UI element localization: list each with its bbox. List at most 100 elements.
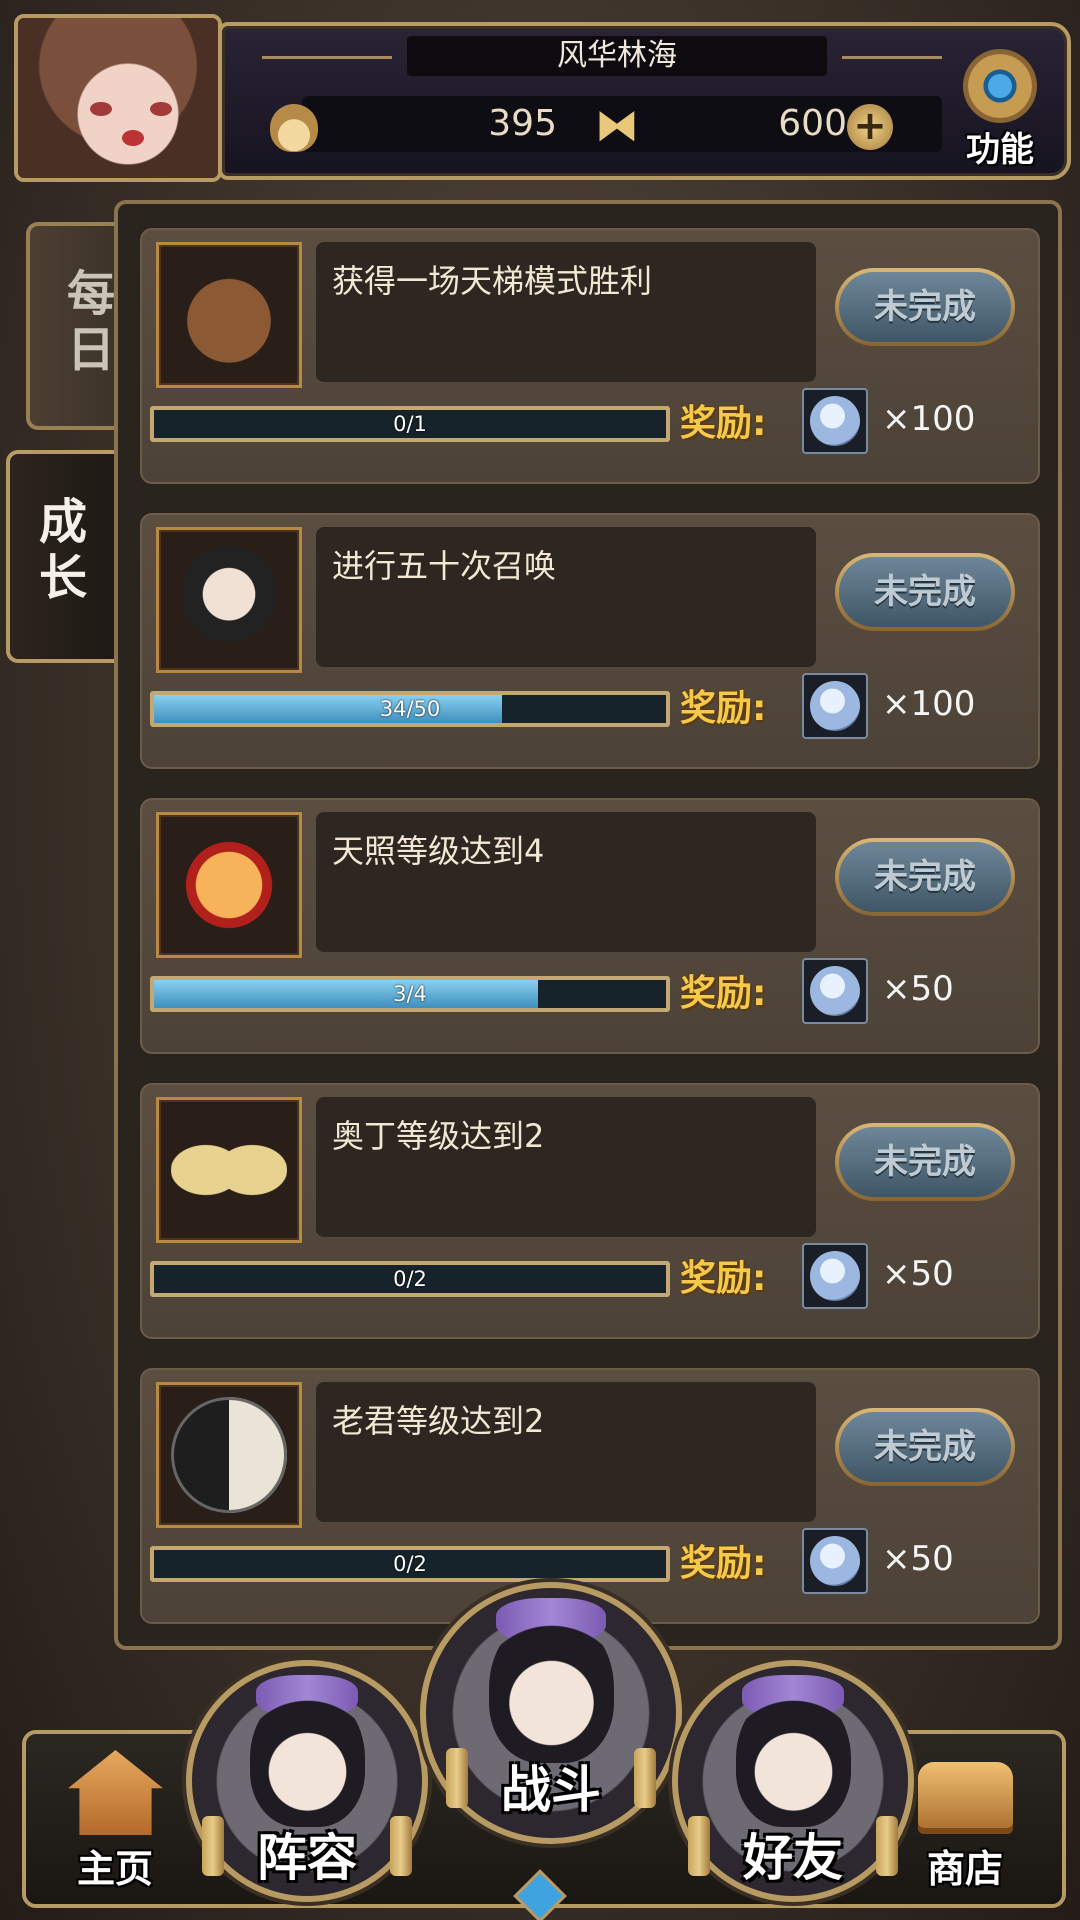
progress-text: 0/1 — [393, 412, 427, 436]
nav-friends-button[interactable]: 好友 — [672, 1660, 914, 1902]
nav-battle-label: 战斗 — [501, 1761, 601, 1819]
nav-home-button[interactable]: 主页 — [50, 1750, 180, 1900]
task-description: 老君等级达到2 — [332, 1402, 545, 1440]
treasure-chest-icon — [918, 1762, 1013, 1834]
top-header: 风华林海 395 ⧓ 600 + 功能 — [0, 0, 1080, 182]
bottom-navigation: 主页 阵容 战斗 好友 商店 — [0, 1582, 1080, 1920]
task-progress-bar: 34/50 — [150, 691, 670, 727]
reward-label: 奖励: — [680, 1543, 767, 1584]
coin-icon — [810, 1536, 860, 1586]
task-description-box: 奥丁等级达到2 — [316, 1097, 816, 1237]
reward-item[interactable] — [802, 673, 868, 739]
coin-icon — [810, 396, 860, 446]
task-description-box: 老君等级达到2 — [316, 1382, 816, 1522]
task-card: 进行五十次召唤 未完成 34/50 奖励: ×100 — [138, 511, 1042, 771]
divider-left — [262, 56, 392, 59]
bears-icon — [171, 257, 287, 373]
player-avatar[interactable] — [14, 14, 222, 182]
nav-home-label: 主页 — [76, 1847, 153, 1891]
task-status-button[interactable]: 未完成 — [835, 1408, 1015, 1486]
nav-battle-button[interactable]: 战斗 — [420, 1582, 682, 1844]
yinyang-icon — [171, 1397, 287, 1513]
task-description: 奥丁等级达到2 — [332, 1117, 545, 1155]
region-name: 风华林海 — [407, 36, 827, 76]
wings-icon — [171, 1112, 287, 1228]
task-card: 获得一场天梯模式胜利 未完成 0/1 奖励: ×100 — [138, 226, 1042, 486]
task-status-button[interactable]: 未完成 — [835, 838, 1015, 916]
chibi-character-icon — [249, 1689, 365, 1827]
task-description: 天照等级达到4 — [332, 832, 545, 870]
progress-text: 34/50 — [379, 697, 441, 721]
chibi-character-icon — [488, 1613, 614, 1763]
task-progress-bar: 3/4 — [150, 976, 670, 1012]
reward-label: 奖励: — [680, 688, 767, 729]
tab-growth[interactable]: 成长 — [6, 450, 124, 663]
flame-icon — [270, 104, 318, 152]
task-progress-bar: 0/2 — [150, 1546, 670, 1582]
progress-text: 0/2 — [393, 1552, 427, 1576]
reward-quantity: ×50 — [882, 969, 954, 1009]
reward-quantity: ×50 — [882, 1254, 954, 1294]
reward-label: 奖励: — [680, 403, 767, 444]
task-icon-frame — [156, 242, 302, 388]
task-status-label: 未完成 — [839, 1412, 1011, 1482]
task-card: 奥丁等级达到2 未完成 0/2 奖励: ×50 — [138, 1081, 1042, 1341]
house-icon — [68, 1750, 163, 1835]
reward-quantity: ×100 — [882, 684, 976, 724]
task-status-label: 未完成 — [839, 842, 1011, 912]
resource-1-value: 395 — [488, 103, 557, 144]
nav-team-label: 阵容 — [257, 1829, 357, 1887]
task-status-label: 未完成 — [839, 557, 1011, 627]
resource-2-value: 600 — [778, 103, 847, 144]
task-progress-bar: 0/2 — [150, 1261, 670, 1297]
reward-label: 奖励: — [680, 973, 767, 1014]
growth-tasks-screen: 风华林海 395 ⧓ 600 + 功能 每日 成长 获得一场天梯模式胜利 未完成… — [0, 0, 1080, 1920]
sun-spirit-icon — [171, 827, 287, 943]
reward-item[interactable] — [802, 1528, 868, 1594]
progress-text: 0/2 — [393, 1267, 427, 1291]
task-icon-frame — [156, 812, 302, 958]
task-icon-frame — [156, 1097, 302, 1243]
nav-friends-label: 好友 — [743, 1829, 843, 1887]
reward-item[interactable] — [802, 958, 868, 1024]
gear-icon — [968, 54, 1032, 118]
task-progress-bar: 0/1 — [150, 406, 670, 442]
function-label: 功能 — [966, 130, 1034, 170]
coin-icon — [810, 1251, 860, 1301]
nav-team-button[interactable]: 阵容 — [186, 1660, 428, 1902]
butterfly-icon: ⧓ — [595, 100, 639, 151]
tab-daily-label: 每日 — [66, 266, 115, 378]
reward-quantity: ×100 — [882, 399, 976, 439]
reward-item[interactable] — [802, 1243, 868, 1309]
task-status-button[interactable]: 未完成 — [835, 553, 1015, 631]
avatar-eye-left — [90, 102, 112, 116]
avatar-portrait — [18, 18, 218, 178]
task-status-button[interactable]: 未完成 — [835, 1123, 1015, 1201]
task-status-label: 未完成 — [839, 1127, 1011, 1197]
task-description: 进行五十次召唤 — [332, 547, 557, 585]
avatar-eye-right — [150, 102, 172, 116]
task-description-box: 天照等级达到4 — [316, 812, 816, 952]
task-description-box: 获得一场天梯模式胜利 — [316, 242, 816, 382]
nav-shop-label: 商店 — [926, 1847, 1003, 1891]
tab-growth-label: 成长 — [38, 494, 87, 606]
function-button[interactable]: 功能 — [950, 54, 1050, 174]
coin-icon — [810, 966, 860, 1016]
task-description: 获得一场天梯模式胜利 — [332, 262, 653, 300]
reward-quantity: ×50 — [882, 1539, 954, 1579]
task-list-panel: 获得一场天梯模式胜利 未完成 0/1 奖励: ×100 进行五十次召唤 未完成 … — [114, 200, 1062, 1650]
task-status-label: 未完成 — [839, 272, 1011, 342]
task-status-button[interactable]: 未完成 — [835, 268, 1015, 346]
task-card: 天照等级达到4 未完成 3/4 奖励: ×50 — [138, 796, 1042, 1056]
chibi-character-icon — [735, 1689, 851, 1827]
task-icon-frame — [156, 1382, 302, 1528]
nav-shop-button[interactable]: 商店 — [900, 1750, 1030, 1900]
add-resource-icon[interactable]: + — [847, 104, 893, 150]
task-description-box: 进行五十次召唤 — [316, 527, 816, 667]
reward-item[interactable] — [802, 388, 868, 454]
resource-panel: 风华林海 395 ⧓ 600 + 功能 — [218, 22, 1071, 180]
avatar-mouth — [122, 130, 144, 146]
summon-girl-icon — [171, 542, 287, 658]
progress-text: 3/4 — [393, 982, 427, 1006]
divider-right — [842, 56, 942, 59]
